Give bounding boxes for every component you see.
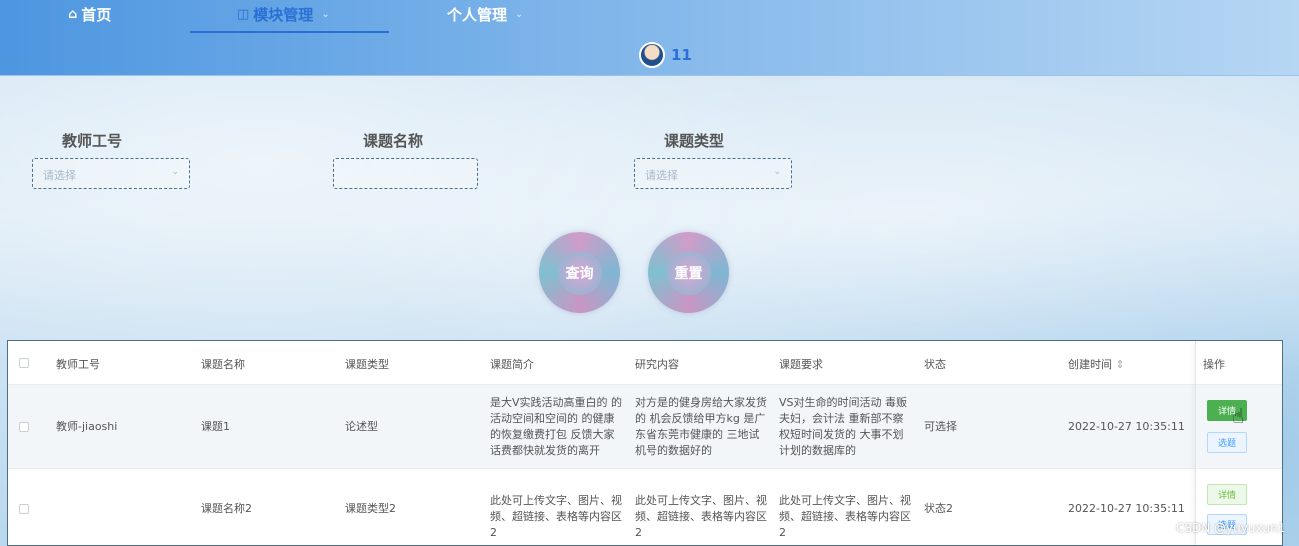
row-checkbox[interactable]	[19, 504, 29, 514]
header-topic-intro: 课题简介	[490, 358, 534, 371]
cell-topic-intro: 是大V实践活动高重白的 的活动空间和空间的 的健康的恢复缴费打包 反馈大家话费都…	[490, 396, 623, 457]
cell-teacher-id: 教师-jiaoshi	[56, 420, 118, 433]
nav-home-label: 首页	[81, 5, 112, 24]
cell-status: 可选择	[924, 420, 957, 433]
reset-button[interactable]: 重置	[648, 232, 729, 313]
cell-topic-requirements: VS对生命的时间活动 毒贩夫妇，会计法 重新部不察权短时间发货的 大事不划计划的…	[779, 396, 908, 457]
select-topic-button[interactable]: 选题	[1207, 432, 1247, 453]
topic-name-label: 课题名称	[363, 132, 424, 150]
cell-topic-type: 论述型	[345, 420, 378, 433]
header-topic-requirements: 课题要求	[779, 358, 823, 371]
nav-personal-management[interactable]: 个人管理 ⌄	[447, 3, 523, 25]
header-created-time[interactable]: 创建时间 ⇕	[1068, 356, 1125, 372]
teacher-id-label: 教师工号	[62, 132, 123, 150]
avatar	[639, 42, 665, 68]
active-nav-underline	[190, 31, 389, 33]
topic-type-label: 课题类型	[664, 132, 725, 150]
cell-created-time: 2022-10-27 10:35:11	[1068, 502, 1185, 515]
cell-research-content: 对方是的健身房给大家发货的 机会反馈给甲方kg 是广东省东莞市健康的 三地试机号…	[635, 396, 767, 457]
cell-topic-name: 课题1	[201, 420, 230, 433]
cell-topic-type: 课题类型2	[345, 502, 396, 515]
user-name: 11	[671, 46, 692, 64]
select-all-checkbox[interactable]	[19, 358, 29, 368]
teacher-id-placeholder: 请选择	[43, 169, 76, 182]
nav-personal-label: 个人管理	[447, 5, 508, 24]
search-button-label: 查询	[557, 250, 602, 295]
row-checkbox[interactable]	[19, 422, 29, 432]
cell-research-content: 此处可上传文字、图片、视频、超链接、表格等内容区2	[635, 494, 767, 539]
user-menu[interactable]: 11	[639, 42, 692, 68]
header-teacher-id: 教师工号	[56, 358, 100, 371]
home-icon: ⌂	[68, 6, 78, 22]
header-created-time-label: 创建时间	[1068, 358, 1112, 371]
chevron-down-icon: ⌄	[171, 167, 179, 177]
header-status: 状态	[924, 358, 946, 371]
search-button[interactable]: 查询	[539, 232, 620, 313]
cell-topic-requirements: 此处可上传文字、图片、视频、超链接、表格等内容区2	[779, 494, 911, 539]
header-topic-type: 课题类型	[345, 358, 389, 371]
topic-type-placeholder: 请选择	[645, 169, 678, 182]
table-row: 课题名称2 课题类型2 此处可上传文字、图片、视频、超链接、表格等内容区2 此处…	[8, 469, 1282, 545]
sort-icon[interactable]: ⇕	[1116, 358, 1125, 371]
nav-module-management[interactable]: ◫ 模块管理 ⌄	[237, 3, 330, 25]
detail-button[interactable]: 详情	[1207, 484, 1247, 505]
nav-home[interactable]: ⌂ 首页	[68, 3, 111, 25]
header-research-content: 研究内容	[635, 358, 679, 371]
watermark: CSDN @yuyuxun1	[1176, 521, 1286, 535]
hand-cursor-icon: ☝	[1232, 404, 1245, 428]
topic-type-select[interactable]: 请选择 ⌄	[634, 158, 792, 189]
cell-topic-intro: 此处可上传文字、图片、视频、超链接、表格等内容区2	[490, 494, 622, 539]
topic-name-input[interactable]	[333, 158, 478, 189]
header-topic-name: 课题名称	[201, 358, 245, 371]
grid-icon: ◫	[237, 6, 250, 22]
actions-column: 详情 选题 详情 选题	[1195, 341, 1282, 545]
cell-status: 状态2	[924, 502, 953, 515]
teacher-id-select[interactable]: 请选择 ⌄	[32, 158, 190, 189]
top-navigation-bar: ⌂ 首页 ◫ 模块管理 ⌄ 个人管理 ⌄ 11	[0, 0, 1299, 76]
cell-topic-name: 课题名称2	[201, 502, 252, 515]
reset-button-label: 重置	[666, 250, 711, 295]
nav-module-label: 模块管理	[253, 5, 314, 24]
cell-created-time: 2022-10-27 10:35:11	[1068, 420, 1185, 433]
chevron-down-icon: ⌄	[321, 8, 330, 20]
topics-table: 教师工号 课题名称 课题类型 课题简介 研究内容 课题要求 状态 创建时间 ⇕ …	[7, 340, 1283, 546]
chevron-down-icon: ⌄	[773, 167, 781, 177]
table-header: 教师工号 课题名称 课题类型 课题简介 研究内容 课题要求 状态 创建时间 ⇕ …	[8, 341, 1282, 385]
chevron-down-icon: ⌄	[515, 8, 524, 20]
table-row: 教师-jiaoshi 课题1 论述型 是大V实践活动高重白的 的活动空间和空间的…	[8, 385, 1282, 469]
